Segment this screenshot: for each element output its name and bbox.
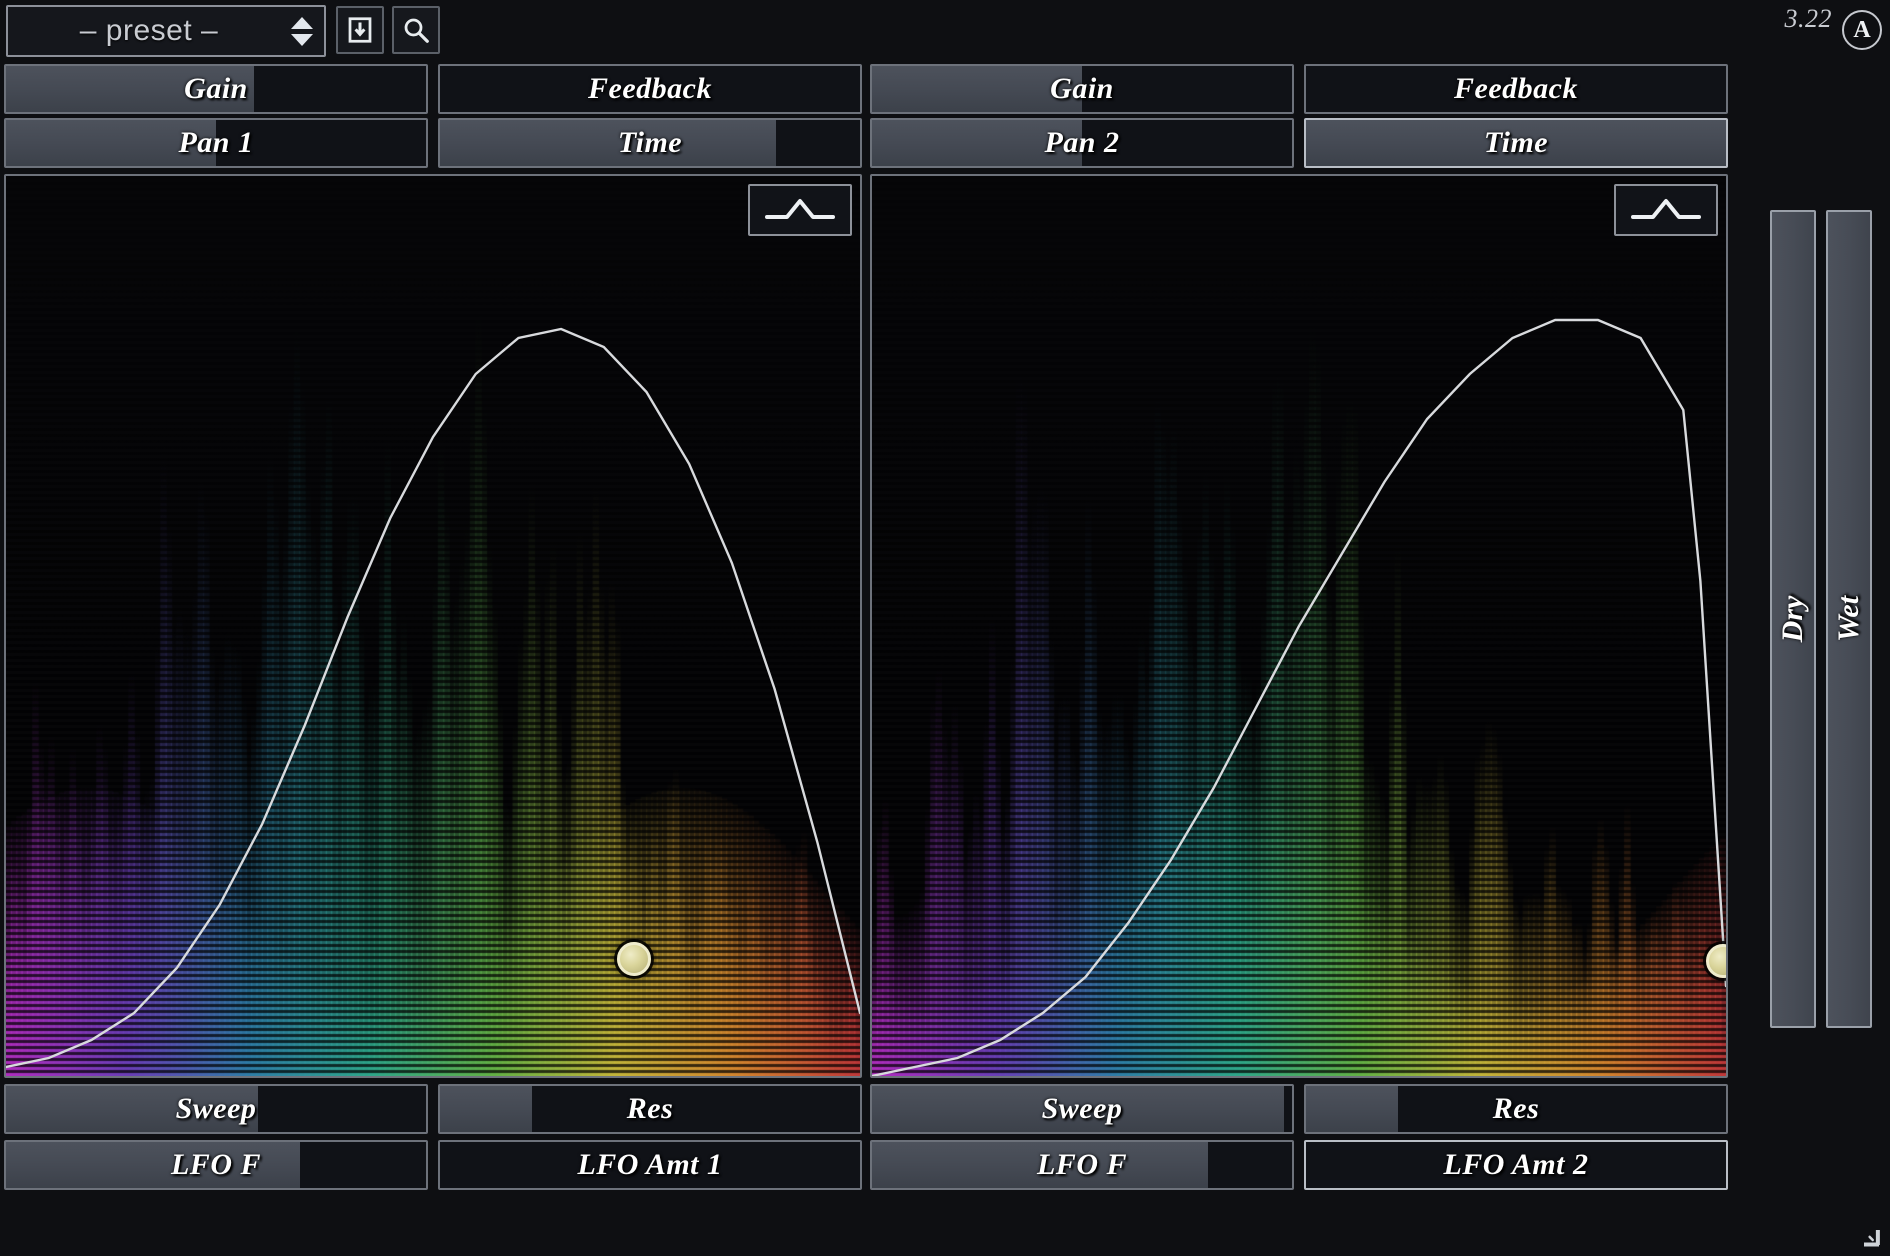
- spectrogram-1: [6, 176, 860, 1076]
- param-res-1[interactable]: Res: [438, 1084, 862, 1134]
- param-gain-2[interactable]: Gain: [870, 64, 1294, 114]
- param-pan-1[interactable]: Pan 1: [4, 118, 428, 168]
- param-gain-1[interactable]: Gain: [4, 64, 428, 114]
- param-label: Feedback: [588, 72, 712, 105]
- preset-selector[interactable]: – preset –: [6, 5, 326, 57]
- save-disk-icon: [348, 17, 372, 43]
- param-res-2[interactable]: Res: [1304, 1084, 1728, 1134]
- param-label: Time: [617, 126, 683, 159]
- up-down-arrows-icon[interactable]: [280, 7, 324, 55]
- param-label: LFO Amt 2: [1443, 1148, 1589, 1181]
- spectrogram-2: [872, 176, 1726, 1076]
- param-label: Res: [1492, 1092, 1540, 1125]
- param-fill: [1306, 1086, 1399, 1132]
- param-label: LFO F: [170, 1148, 261, 1181]
- param-time-1[interactable]: Time: [438, 118, 862, 168]
- param-label: Gain: [184, 72, 248, 105]
- search-preset-button[interactable]: [392, 6, 440, 54]
- channel-1-param-row-bottom-1: Sweep Res: [4, 1084, 862, 1134]
- param-pan-2[interactable]: Pan 2: [870, 118, 1294, 168]
- resize-grip-icon[interactable]: [1854, 1220, 1884, 1250]
- dry-slider[interactable]: Dry: [1770, 210, 1816, 1028]
- param-label: Res: [626, 1092, 674, 1125]
- channel-1-param-row-top-2: Pan 1 Time: [4, 118, 862, 168]
- filter-type-button-2[interactable]: [1614, 184, 1718, 236]
- channel-1-panel: Gain Feedback Pan 1 Time Sweep Res LFO F…: [0, 62, 866, 1256]
- filter-type-button-1[interactable]: [748, 184, 852, 236]
- channel-2-param-row-bottom-2: LFO F LFO Amt 2: [870, 1140, 1728, 1190]
- param-fill: [440, 1086, 533, 1132]
- param-label: Pan 1: [178, 126, 254, 159]
- channel-1-param-row-top-1: Gain Feedback: [4, 64, 862, 114]
- channel-2-param-row-top-2: Pan 2 Time: [870, 118, 1728, 168]
- plugin-window: – preset – 3.22 A Gain Feedback Pan 1 Ti…: [0, 0, 1890, 1256]
- channel-2-param-row-bottom-1: Sweep Res: [870, 1084, 1728, 1134]
- param-label: LFO Amt 1: [577, 1148, 723, 1181]
- wet-slider-label: Wet: [1832, 595, 1865, 643]
- param-sweep-1[interactable]: Sweep: [4, 1084, 428, 1134]
- channel-2-panel: Gain Feedback Pan 2 Time Sweep Res LFO F…: [866, 62, 1732, 1256]
- search-icon: [404, 18, 429, 43]
- mix-section: Dry Wet: [1766, 62, 1890, 1256]
- channel-2-param-row-top-1: Gain Feedback: [870, 64, 1728, 114]
- bandpass-peak-icon: [765, 199, 835, 219]
- param-time-2[interactable]: Time: [1304, 118, 1728, 168]
- param-label: LFO F: [1036, 1148, 1127, 1181]
- param-label: Sweep: [1041, 1092, 1123, 1125]
- preset-label: – preset –: [79, 14, 219, 47]
- param-lfo-f-1[interactable]: LFO F: [4, 1140, 428, 1190]
- param-label: Time: [1483, 126, 1549, 159]
- param-fill: [440, 120, 776, 166]
- param-sweep-2[interactable]: Sweep: [870, 1084, 1294, 1134]
- param-feedback-2[interactable]: Feedback: [1304, 64, 1728, 114]
- param-lfo-amt-2[interactable]: LFO Amt 2: [1304, 1140, 1728, 1190]
- wet-slider[interactable]: Wet: [1826, 210, 1872, 1028]
- param-label: Pan 2: [1044, 126, 1120, 159]
- bandpass-peak-icon: [1631, 199, 1701, 219]
- filter-handle-1[interactable]: [616, 942, 651, 976]
- param-label: Feedback: [1454, 72, 1578, 105]
- param-feedback-1[interactable]: Feedback: [438, 64, 862, 114]
- version-label: 3.22: [1784, 4, 1832, 33]
- param-label: Sweep: [175, 1092, 257, 1125]
- channel-2-display[interactable]: [870, 174, 1728, 1078]
- channel-1-display[interactable]: [4, 174, 862, 1078]
- param-label: Gain: [1050, 72, 1114, 105]
- param-lfo-amt-1[interactable]: LFO Amt 1: [438, 1140, 862, 1190]
- brand-logo: A: [1842, 10, 1882, 50]
- dry-slider-label: Dry: [1776, 595, 1809, 643]
- channel-1-param-row-bottom-2: LFO F LFO Amt 1: [4, 1140, 862, 1190]
- toolbar: – preset – 3.22 A: [0, 0, 1890, 62]
- param-lfo-f-2[interactable]: LFO F: [870, 1140, 1294, 1190]
- save-preset-button[interactable]: [336, 6, 384, 54]
